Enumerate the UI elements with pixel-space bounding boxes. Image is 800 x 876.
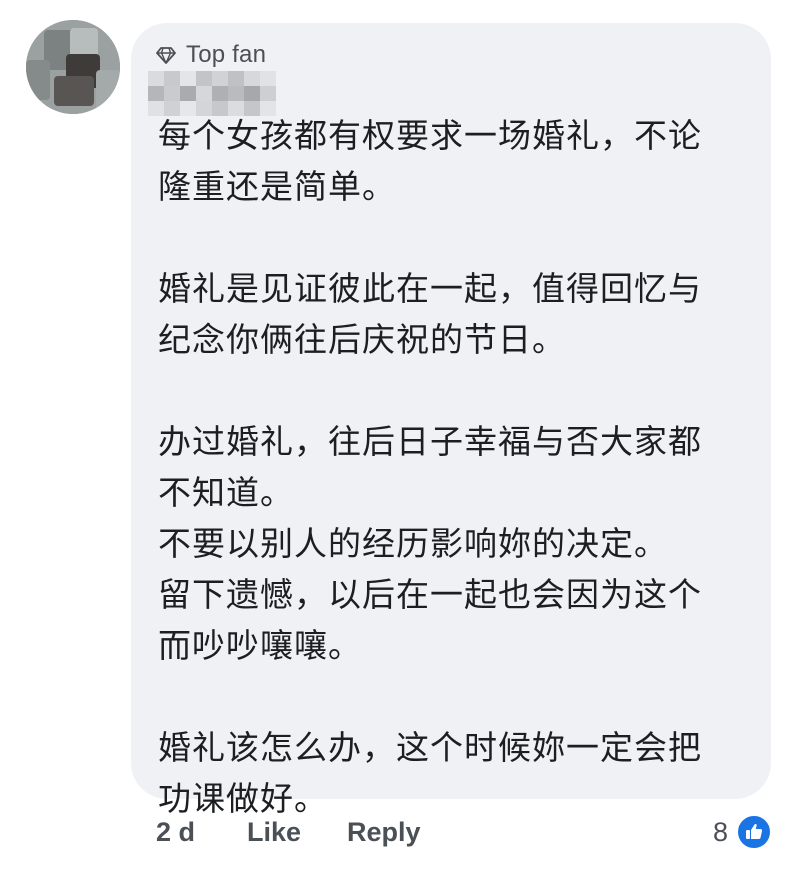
badge-label: Top fan bbox=[186, 41, 267, 68]
comment-actions: 2 d Like Reply bbox=[156, 810, 421, 854]
comment-line: 留下遗憾，以后在一起也会因为这个 bbox=[158, 575, 702, 614]
thumbs-up-icon bbox=[736, 814, 772, 850]
top-fan-badge: Top fan bbox=[156, 40, 266, 70]
comment-line: 办过婚礼，往后日子幸福与否大家都 bbox=[158, 422, 702, 461]
comment-line: 而吵吵嚷嚷。 bbox=[158, 626, 362, 665]
reaction-summary[interactable]: 8 bbox=[713, 812, 772, 852]
comment-line: 隆重还是简单。 bbox=[158, 167, 396, 206]
comment-paragraph: 每个女孩都有权要求一场婚礼，不论 隆重还是简单。 bbox=[158, 110, 758, 212]
comment-paragraph: 婚礼该怎么办，这个时候妳一定会把 功课做好。 bbox=[158, 722, 758, 824]
comment-line: 不知道。 bbox=[158, 473, 294, 512]
avatar[interactable] bbox=[26, 20, 120, 114]
timestamp[interactable]: 2 d bbox=[156, 817, 195, 848]
comment-line: 不要以别人的经历影响妳的决定。 bbox=[158, 524, 668, 563]
comment-text: 每个女孩都有权要求一场婚礼，不论 隆重还是简单。 婚礼是见证彼此在一起，值得回忆… bbox=[158, 110, 758, 824]
comment-paragraph: 办过婚礼，往后日子幸福与否大家都 不知道。 不要以别人的经历影响妳的决定。 留下… bbox=[158, 416, 758, 671]
comment-line: 婚礼该怎么办，这个时候妳一定会把 bbox=[158, 728, 702, 767]
comment-line: 每个女孩都有权要求一场婚礼，不论 bbox=[158, 116, 702, 155]
comment: Top fan 每个女孩都有权要求一场婚礼，不论 隆重还是简单。 婚礼是见证彼此… bbox=[0, 0, 800, 876]
comment-line: 纪念你俩往后庆祝的节日。 bbox=[158, 320, 566, 359]
reply-button[interactable]: Reply bbox=[347, 817, 421, 848]
like-button[interactable]: Like bbox=[247, 817, 301, 848]
reaction-count: 8 bbox=[712, 816, 728, 847]
comment-paragraph: 婚礼是见证彼此在一起，值得回忆与 纪念你俩往后庆祝的节日。 bbox=[158, 263, 758, 365]
comment-line: 婚礼是见证彼此在一起，值得回忆与 bbox=[158, 269, 702, 308]
diamond-icon bbox=[156, 47, 176, 64]
